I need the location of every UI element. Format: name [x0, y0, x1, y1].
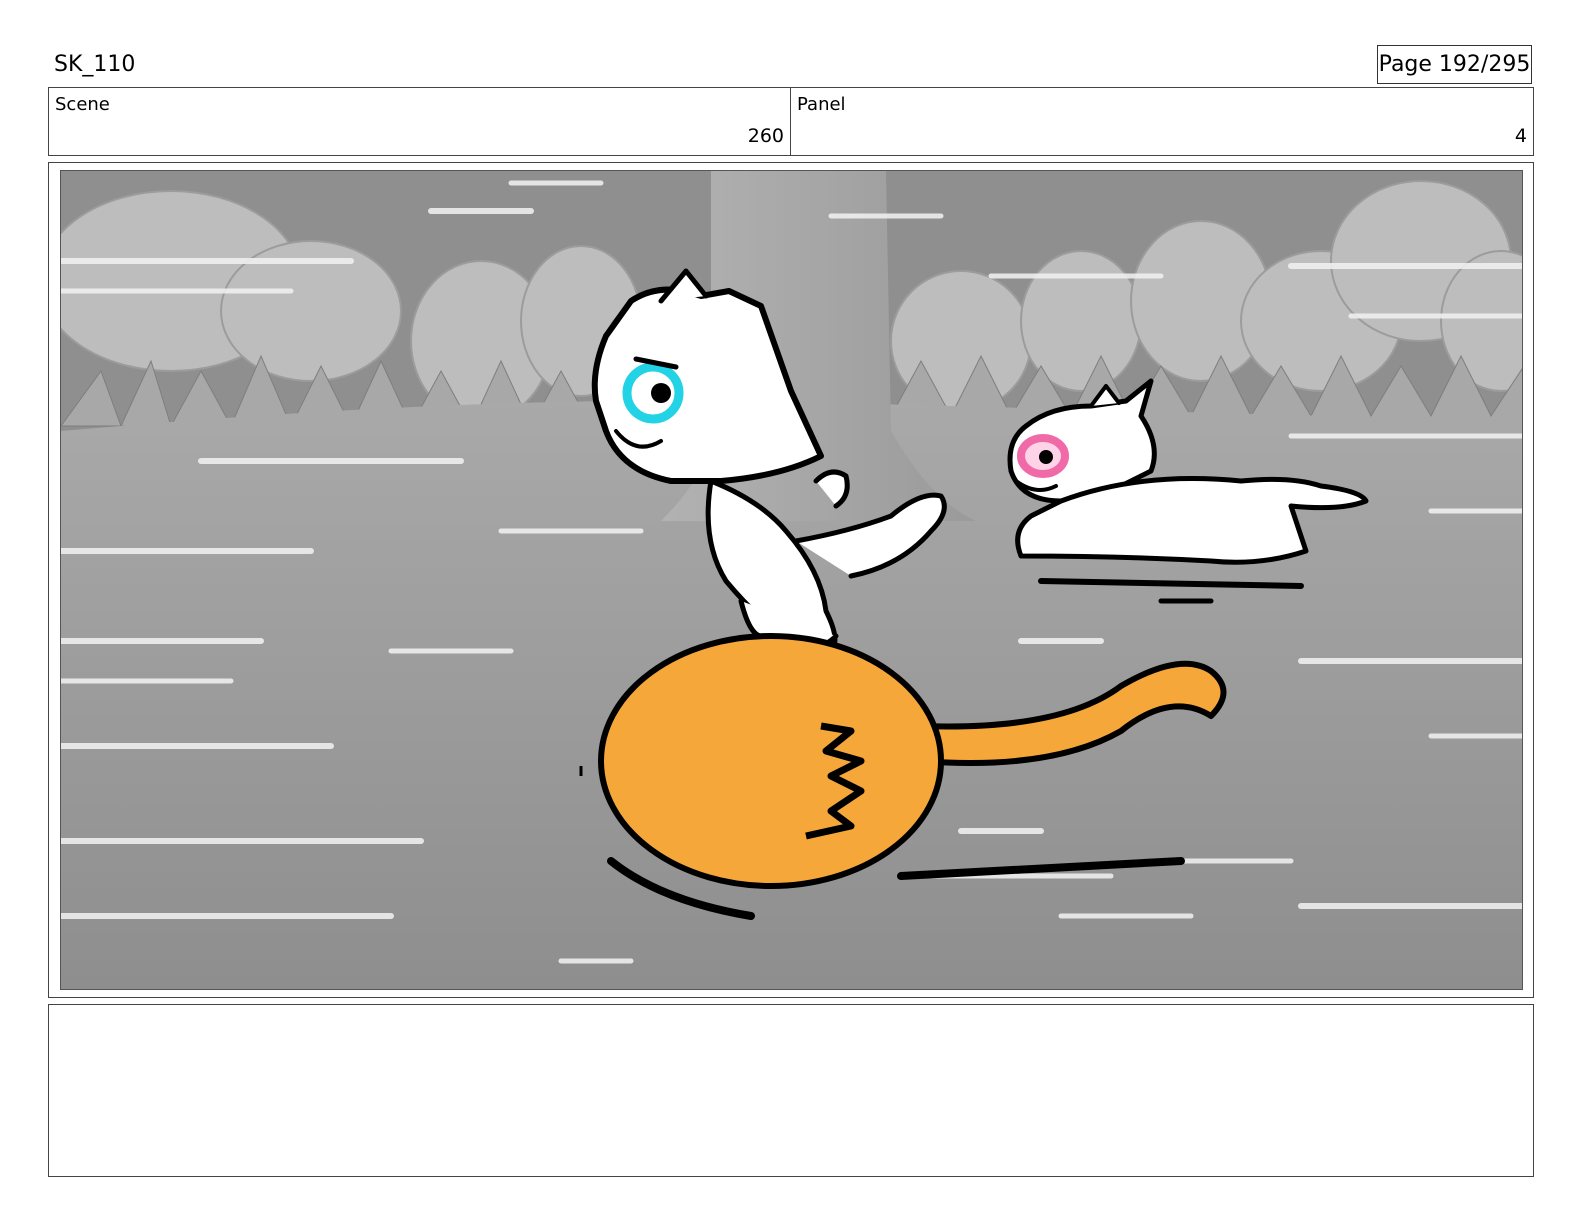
scene-number: 260 — [747, 125, 784, 147]
storyboard-panel-frame — [48, 162, 1534, 998]
panel-illustration — [61, 171, 1522, 989]
scene-panel-info-row: Scene 260 Panel 4 — [48, 87, 1534, 156]
project-code: SK_110 — [54, 52, 136, 77]
panel-cell: Panel 4 — [791, 88, 1533, 155]
page-indicator: Page 192/295 — [1377, 45, 1532, 84]
scene-label: Scene — [55, 94, 110, 115]
scene-cell: Scene 260 — [49, 88, 791, 155]
panel-number: 4 — [1514, 125, 1527, 147]
storyboard-panel-image — [60, 170, 1523, 990]
page-indicator-text: Page 192/295 — [1378, 52, 1531, 77]
action-notes-box — [48, 1004, 1534, 1177]
panel-label: Panel — [797, 94, 846, 115]
